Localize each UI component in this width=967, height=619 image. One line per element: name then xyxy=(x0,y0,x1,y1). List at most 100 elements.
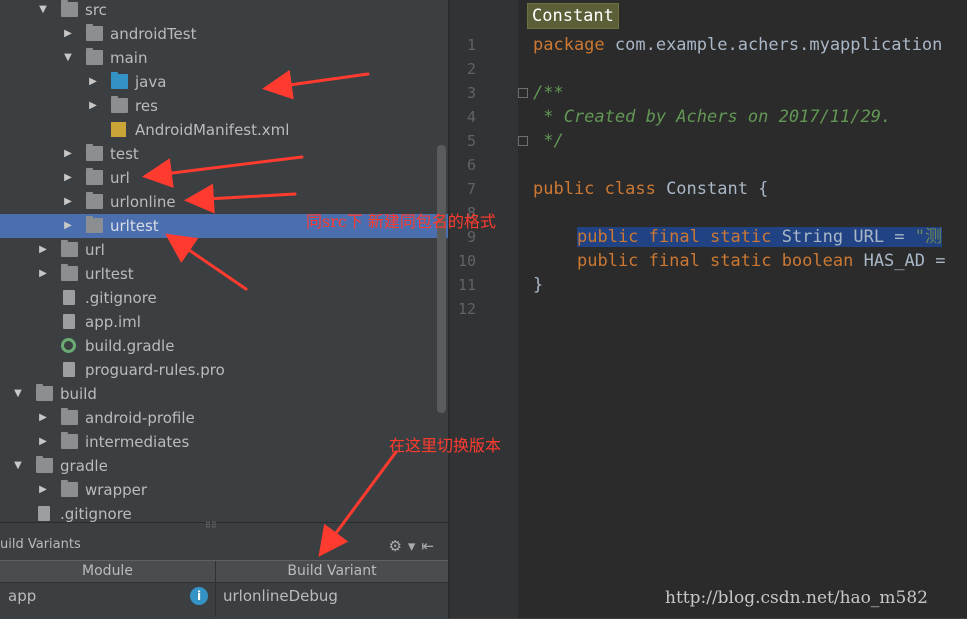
tree-item[interactable]: .gitignore xyxy=(0,286,448,310)
tree-item[interactable]: ▶ test xyxy=(0,142,448,166)
chevron-right-icon[interactable]: ▶ xyxy=(37,478,49,502)
tree-item-label: android-profile xyxy=(85,409,195,427)
panel-splitter[interactable]: ⠿⠿ xyxy=(205,522,227,530)
folder-icon xyxy=(86,48,103,65)
folder-icon xyxy=(111,72,128,89)
gear-icon[interactable]: ⚙▾ xyxy=(388,537,421,555)
tree-item[interactable]: ▶ res xyxy=(0,94,448,118)
module-cell: app xyxy=(8,587,37,605)
line-number: 6 xyxy=(466,156,476,174)
code-line-7: public class Constant { xyxy=(533,179,769,199)
chevron-down-icon[interactable]: ▼ xyxy=(12,454,24,478)
build-variant-select[interactable]: urlonlineDebug xyxy=(223,583,338,609)
gradle-icon xyxy=(61,338,76,353)
table-row[interactable]: app i urlonlineDebug xyxy=(0,583,448,609)
annotation-note-switch: 在这里切换版本 xyxy=(389,436,502,455)
file-icon xyxy=(63,314,75,329)
chevron-right-icon[interactable]: ▶ xyxy=(62,214,74,238)
tree-item-label: url xyxy=(110,169,130,187)
chevron-right-icon[interactable]: ▶ xyxy=(87,70,99,94)
chevron-down-icon[interactable]: ▼ xyxy=(12,382,24,406)
fold-close-icon[interactable] xyxy=(518,136,528,146)
annotation-note-package: 同src下 新建同包名的格式 xyxy=(306,212,496,231)
tree-item[interactable]: build.gradle xyxy=(0,334,448,358)
line-number: 7 xyxy=(466,180,476,198)
column-build-variant[interactable]: Build Variant xyxy=(216,561,448,582)
tree-item-label: urltest xyxy=(110,217,159,235)
code-editor[interactable]: Constant package com.example.achers.myap… xyxy=(450,0,967,618)
line-number: 3 xyxy=(466,84,476,102)
file-icon xyxy=(63,290,75,305)
tree-item[interactable]: ▼ src xyxy=(0,0,448,22)
build-variants-title: uild Variants xyxy=(0,537,81,552)
tree-item-label: build xyxy=(60,385,97,403)
tree-item[interactable]: ▼ main xyxy=(0,46,448,70)
tree-item[interactable]: AndroidManifest.xml xyxy=(0,118,448,142)
folder-icon xyxy=(86,216,103,233)
chevron-down-icon[interactable]: ▼ xyxy=(62,46,74,70)
tree-item-label: app.iml xyxy=(85,313,141,331)
line-number: 4 xyxy=(466,108,476,126)
folder-icon xyxy=(61,0,78,17)
code-line-5: */ xyxy=(533,131,564,151)
tree-item-label: gradle xyxy=(60,457,108,475)
line-number: 5 xyxy=(466,132,476,150)
tree-item[interactable]: ▶ url xyxy=(0,238,448,262)
folder-icon xyxy=(61,240,78,257)
tree-scrollbar[interactable] xyxy=(437,145,446,413)
chevron-right-icon[interactable]: ▶ xyxy=(37,262,49,286)
line-number: 11 xyxy=(457,276,476,294)
tree-item-label: AndroidManifest.xml xyxy=(135,121,290,139)
tree-item[interactable]: .gitignore xyxy=(0,502,448,522)
chevron-right-icon[interactable]: ▶ xyxy=(62,190,74,214)
folder-icon xyxy=(86,168,103,185)
file-icon xyxy=(38,506,50,521)
tree-item-label: main xyxy=(110,49,148,67)
tree-item-label: java xyxy=(135,73,167,91)
tree-item[interactable]: ▶ wrapper xyxy=(0,478,448,502)
column-module[interactable]: Module xyxy=(0,561,216,582)
panel-tools: ⚙▾⇤ xyxy=(388,537,440,555)
folder-icon xyxy=(36,384,53,401)
code-line-11: } xyxy=(533,275,544,295)
tree-item-label: proguard-rules.pro xyxy=(85,361,225,379)
tree-item[interactable]: ▼ gradle xyxy=(0,454,448,478)
tree-item[interactable]: ▶ java xyxy=(0,70,448,94)
tree-item-label: urltest xyxy=(85,265,134,283)
tree-item[interactable]: ▶ urltest xyxy=(0,262,448,286)
line-number: 12 xyxy=(457,300,476,318)
project-tree: ▼ src ▶ androidTest ▼ main ▶ java ▶ res AndroidMan… xyxy=(0,0,448,522)
tree-item-label: url xyxy=(85,241,105,259)
code-line-9: public final static String URL = "测 xyxy=(577,227,943,247)
chevron-right-icon[interactable]: ▶ xyxy=(62,166,74,190)
tree-item[interactable]: ▶ intermediates xyxy=(0,430,448,454)
tree-item[interactable]: ▶ url xyxy=(0,166,448,190)
line-number: 2 xyxy=(466,60,476,78)
tree-item-label: wrapper xyxy=(85,481,148,499)
chevron-right-icon[interactable]: ▶ xyxy=(37,406,49,430)
tree-item[interactable]: ▶ androidTest xyxy=(0,22,448,46)
line-number: 10 xyxy=(457,252,476,270)
chevron-down-icon[interactable]: ▼ xyxy=(37,0,49,22)
tree-item-label: .gitignore xyxy=(60,505,132,522)
folder-icon xyxy=(86,192,103,209)
editor-tab-constant[interactable]: Constant xyxy=(527,3,619,29)
hide-panel-icon[interactable]: ⇤ xyxy=(421,537,440,555)
tree-item-label: src xyxy=(85,1,107,19)
tree-item[interactable]: ▶ android-profile xyxy=(0,406,448,430)
tree-item-label: intermediates xyxy=(85,433,190,451)
tree-item-label: test xyxy=(110,145,139,163)
tree-item-label: urlonline xyxy=(110,193,176,211)
chevron-right-icon[interactable]: ▶ xyxy=(62,142,74,166)
chevron-right-icon[interactable]: ▶ xyxy=(37,238,49,262)
folder-icon xyxy=(61,408,78,425)
chevron-right-icon[interactable]: ▶ xyxy=(87,94,99,118)
tree-item[interactable]: proguard-rules.pro xyxy=(0,358,448,382)
tree-item[interactable]: ▼ build xyxy=(0,382,448,406)
chevron-right-icon[interactable]: ▶ xyxy=(62,22,74,46)
tree-item[interactable]: app.iml xyxy=(0,310,448,334)
folder-icon xyxy=(86,144,103,161)
code-line-10: public final static boolean HAS_AD = xyxy=(577,251,946,271)
chevron-right-icon[interactable]: ▶ xyxy=(37,430,49,454)
fold-open-icon[interactable] xyxy=(518,88,528,98)
